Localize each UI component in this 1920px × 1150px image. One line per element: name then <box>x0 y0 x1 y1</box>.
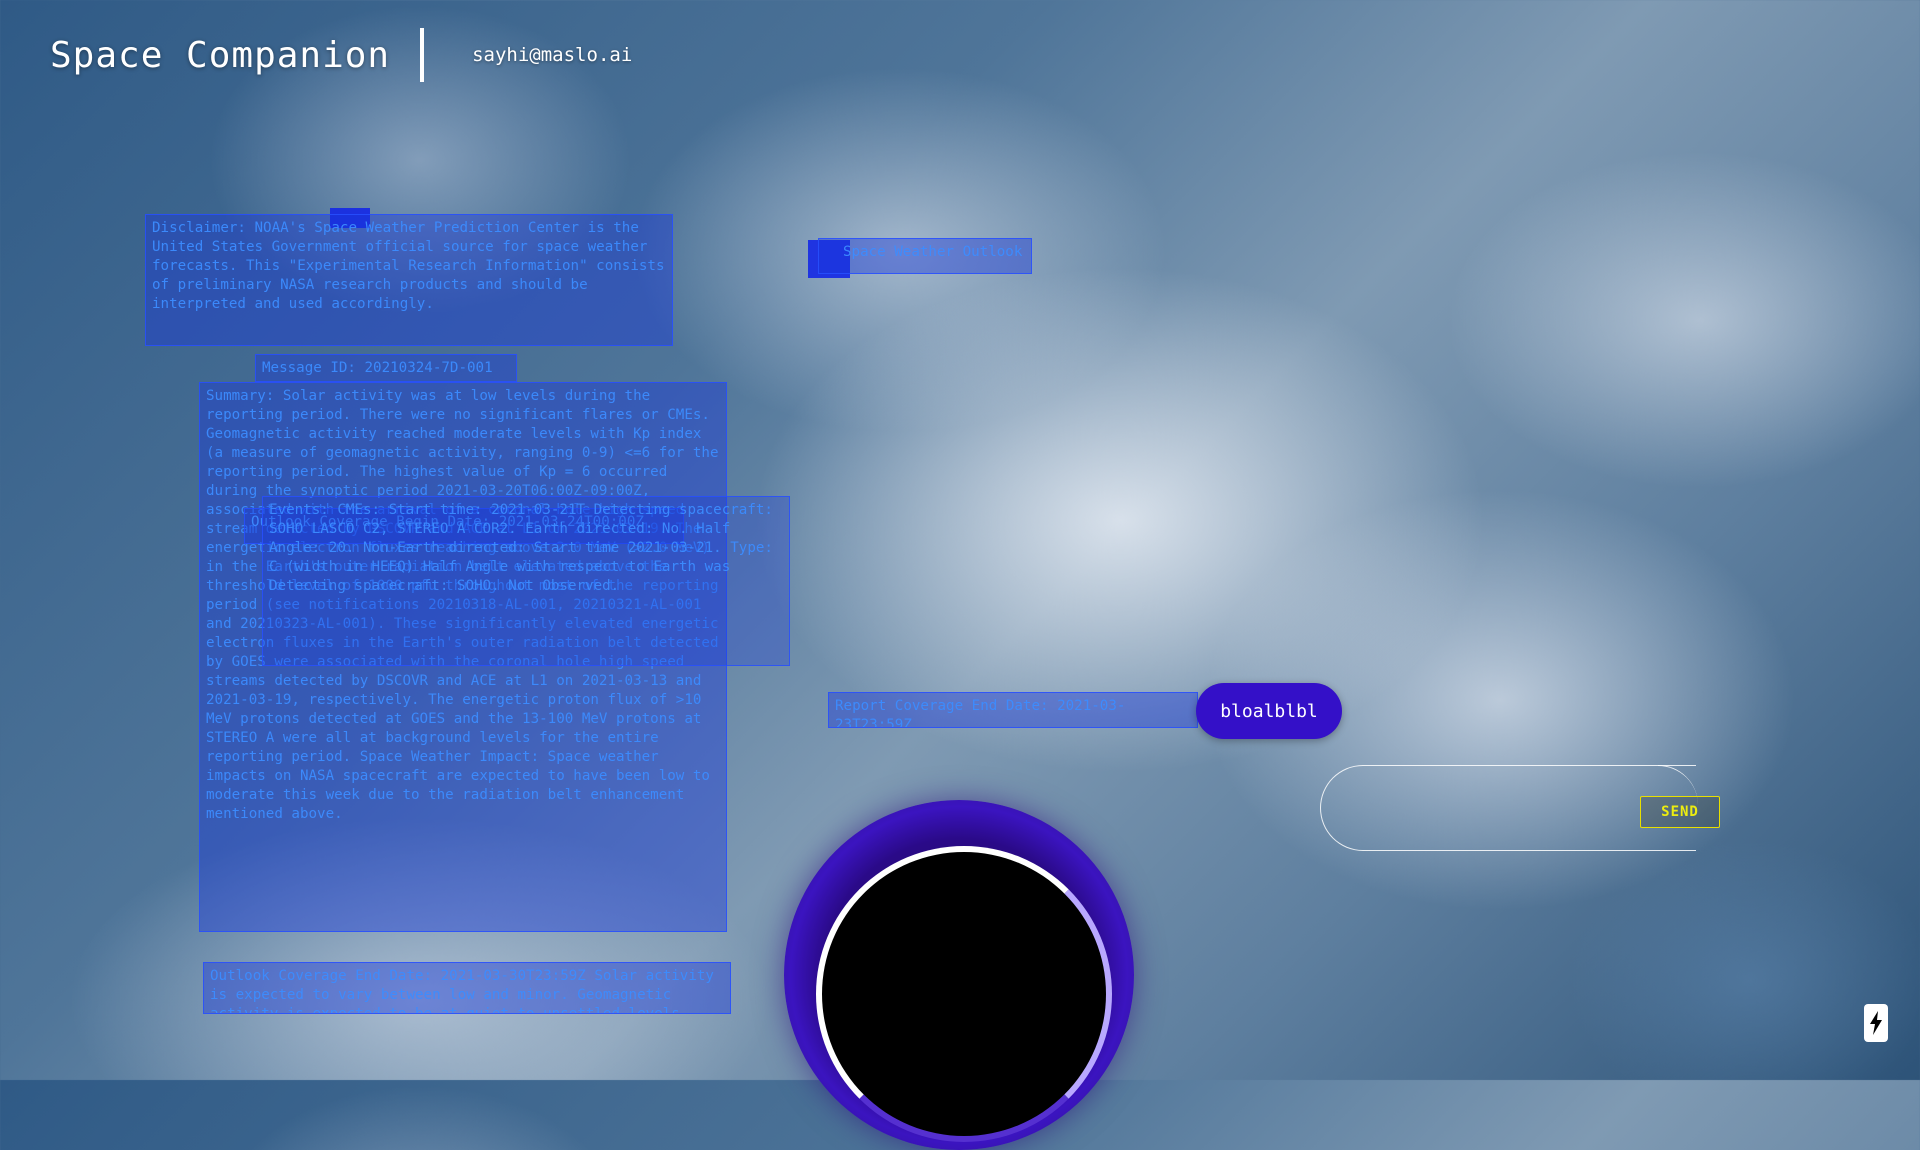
contact-email[interactable]: sayhi@maslo.ai <box>472 44 632 66</box>
message-id-panel[interactable]: Message ID: 20210324-7D-001 <box>255 354 517 382</box>
chat-bubble: bloalblbl <box>1196 683 1342 739</box>
app-title: Space Companion <box>50 34 391 76</box>
bolt-button[interactable] <box>1864 1004 1888 1042</box>
report-end-panel[interactable]: Report Coverage End Date: 2021-03-23T23:… <box>828 692 1198 728</box>
header: Space Companion sayhi@maslo.ai <box>50 28 632 82</box>
companion-orb[interactable] <box>784 800 1134 1150</box>
outlook-end-panel[interactable]: Outlook Coverage End Date: 2021-03-30T23… <box>203 962 731 1014</box>
weather-outlook-panel[interactable]: Space Weather Outlook <box>818 238 1032 274</box>
events-panel[interactable]: Events: CMEs: Start time: 2021-03-21T De… <box>262 496 790 666</box>
orb-core <box>816 846 1112 1142</box>
send-button[interactable]: SEND <box>1640 796 1720 828</box>
chat-input[interactable] <box>1361 786 1615 832</box>
title-divider <box>420 28 425 82</box>
disclaimer-panel[interactable]: Disclaimer: NOAA's Space Weather Predict… <box>145 214 673 346</box>
lightning-bolt-icon <box>1870 1011 1882 1035</box>
